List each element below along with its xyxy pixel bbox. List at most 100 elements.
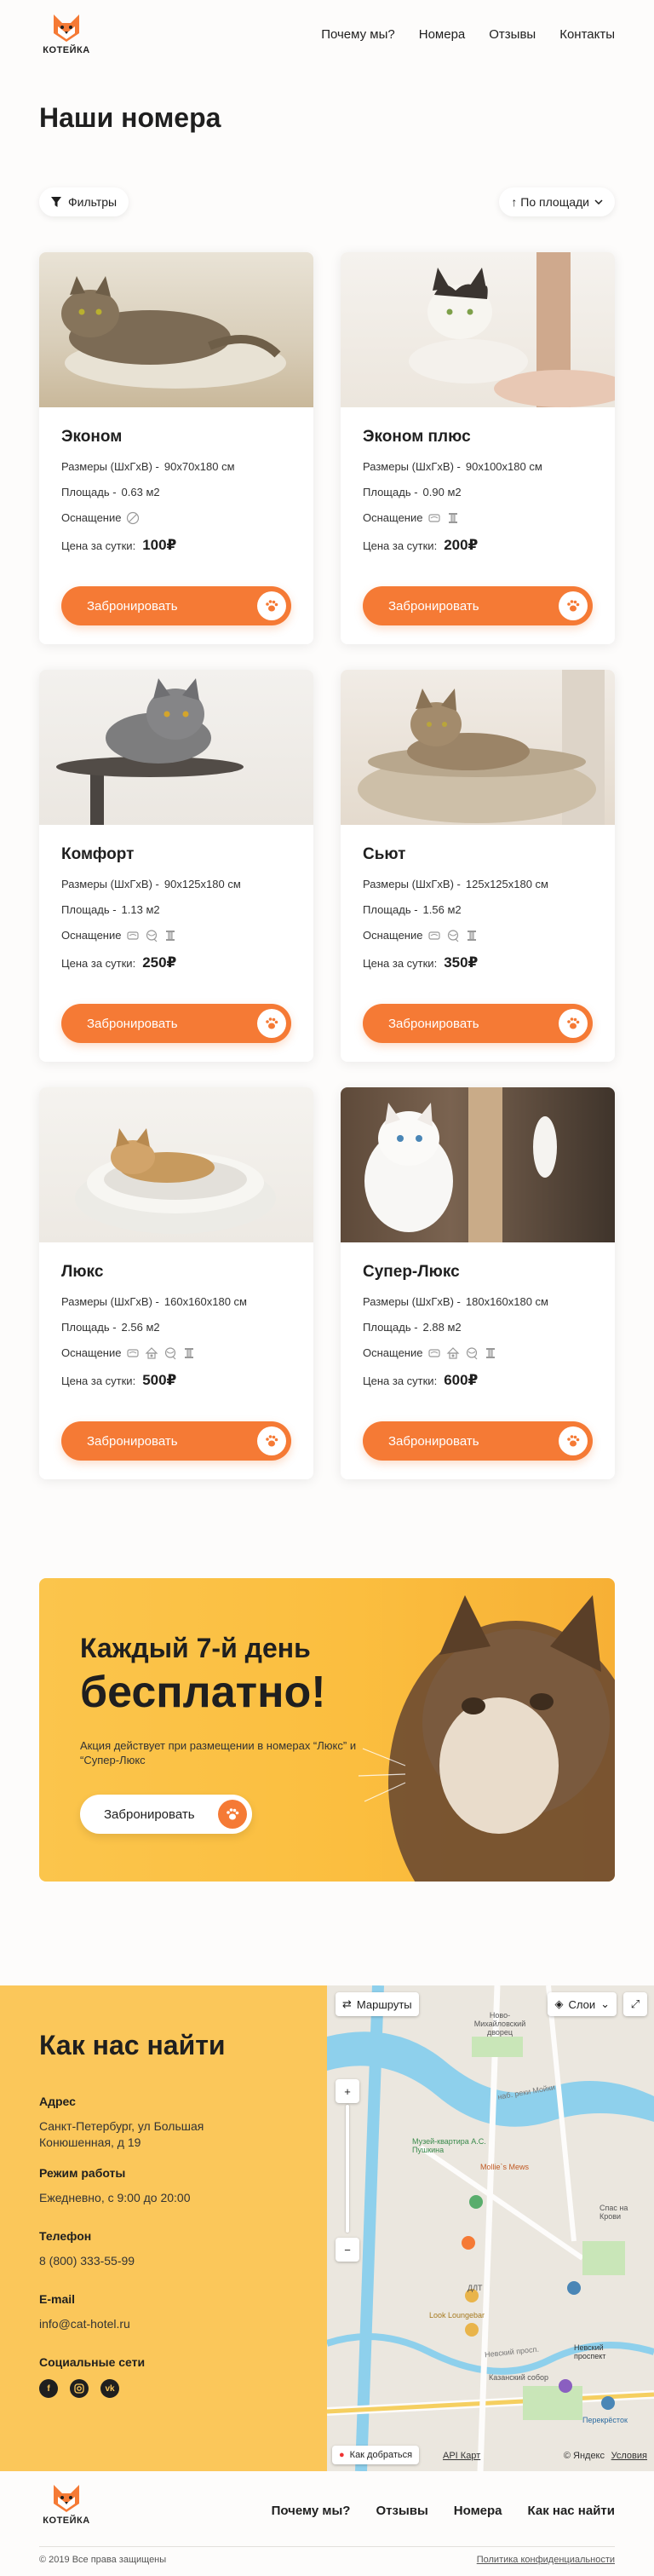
map-label: Ново-Михайловский дворец [473, 2011, 526, 2037]
room-card: Эконом плюс Размеры (ШхГхВ) - 90x100x180… [341, 252, 615, 644]
room-sizes: Размеры (ШхГхВ) - 90x100x180 см [363, 460, 593, 474]
paw-icon [257, 591, 286, 620]
book-button[interactable]: Забронировать [363, 586, 593, 625]
book-button[interactable]: Забронировать [363, 1421, 593, 1461]
nav-item-rooms[interactable]: Номера [419, 27, 466, 42]
logo[interactable]: КОТЕЙКА [39, 13, 94, 55]
terms-link[interactable]: Условия [611, 2451, 647, 2461]
price-value: 600₽ [444, 1372, 479, 1388]
sizes-value: 160x160x180 см [164, 1295, 247, 1308]
room-area: Площадь - 2.56 м2 [61, 1321, 291, 1334]
scratcher-icon [166, 931, 175, 941]
brand-name: КОТЕЙКА [43, 2515, 90, 2526]
phone-block: Телефон 8 (800) 333-55-99 [39, 2229, 135, 2269]
header: КОТЕЙКА Почему мы? Номера Отзывы Контакт… [0, 0, 654, 68]
book-label: Забронировать [87, 598, 178, 614]
book-label: Забронировать [87, 1433, 178, 1449]
area-value: 2.56 м2 [121, 1321, 160, 1334]
toy-ball-icon [165, 1347, 176, 1360]
book-button[interactable]: Забронировать [61, 1004, 291, 1043]
directions-button[interactable]: ● Как добраться [332, 2446, 420, 2464]
area-label: Площадь - [363, 486, 418, 498]
room-name: Сьют [363, 845, 406, 863]
hours-value: Ежедневно, с 9:00 до 20:00 [39, 2191, 191, 2204]
address-value: Санкт-Петербург, ул Большая Конюшенная, … [39, 2119, 204, 2149]
api-link[interactable]: API Карт [443, 2451, 480, 2461]
nav-item-contacts[interactable]: Контакты [559, 27, 615, 42]
toy-ball-icon [146, 930, 158, 942]
scratcher-icon [185, 1348, 194, 1358]
scratcher-icon [449, 513, 458, 523]
email-value[interactable]: info@cat-hotel.ru [39, 2316, 130, 2332]
amenities [126, 511, 140, 525]
chevron-down-icon: ⌄ [600, 1997, 610, 2010]
room-name: Комфорт [61, 845, 135, 863]
area-label: Площадь - [363, 903, 418, 916]
promo-heading-line2: бесплатно! [80, 1668, 326, 1717]
book-button[interactable]: Забронировать [61, 1421, 291, 1461]
promo-banner: Каждый 7-й день бесплатно! Акция действу… [39, 1578, 615, 1882]
room-area: Площадь - 0.90 м2 [363, 486, 593, 499]
amenities [126, 929, 177, 942]
sizes-value: 90x100x180 см [465, 460, 542, 473]
room-card: Сьют Размеры (ШхГхВ) - 125x125x180 см Пл… [341, 670, 615, 1062]
scratcher-icon [468, 931, 477, 941]
nav-item-why[interactable]: Почему мы? [321, 27, 395, 42]
footer-nav-why[interactable]: Почему мы? [272, 2504, 351, 2518]
room-area: Площадь - 0.63 м2 [61, 486, 291, 499]
map[interactable]: ⇄ Маршруты ◈ Слои ⌄ ⤢ + − Ново-Михайловс… [327, 1985, 654, 2471]
hours-block: Режим работы Ежедневно, с 9:00 до 20:00 [39, 2166, 191, 2206]
sizes-label: Размеры (ШхГхВ) - [363, 1295, 461, 1308]
layers-button[interactable]: ◈ Слои ⌄ [548, 1992, 617, 2016]
directions-label: Как добраться [349, 2450, 413, 2460]
equipment-label: Оснащение [363, 1346, 423, 1359]
footer-nav-find-us[interactable]: Как нас найти [528, 2504, 615, 2518]
sizes-label: Размеры (ШхГхВ) - [363, 878, 461, 890]
book-button[interactable]: Забронировать [363, 1004, 593, 1043]
email-label: E-mail [39, 2292, 76, 2306]
sort-dropdown[interactable]: ↑ По площади [499, 187, 615, 216]
room-equipment: Оснащение [363, 929, 593, 942]
instagram-icon[interactable] [70, 2379, 89, 2398]
room-name: Люкс [61, 1263, 104, 1281]
area-value: 1.13 м2 [121, 903, 160, 916]
zoom-in-button[interactable]: + [336, 2079, 359, 2103]
plus-icon: + [344, 2084, 351, 2098]
zoom-out-button[interactable]: − [336, 2238, 359, 2262]
footer-nav-reviews[interactable]: Отзывы [376, 2504, 427, 2518]
room-photo [39, 670, 313, 825]
sizes-label: Размеры (ШхГхВ) - [61, 878, 159, 890]
footer-logo[interactable]: КОТЕЙКА [39, 2483, 94, 2526]
area-value: 0.90 м2 [422, 486, 462, 498]
cat-logo-icon [50, 2483, 83, 2514]
facebook-icon[interactable]: f [39, 2379, 58, 2398]
room-card: Комфорт Размеры (ШхГхВ) - 90x125x180 см … [39, 670, 313, 1062]
fullscreen-button[interactable]: ⤢ [623, 1992, 647, 2016]
zoom-slider[interactable] [346, 2105, 349, 2233]
footer-nav-rooms[interactable]: Номера [454, 2504, 502, 2518]
area-label: Площадь - [61, 1321, 117, 1334]
vk-icon[interactable]: vk [100, 2379, 119, 2398]
privacy-link[interactable]: Политика конфиденциальности [477, 2555, 615, 2565]
phone-value[interactable]: 8 (800) 333-55-99 [39, 2253, 135, 2269]
house-icon [146, 1347, 158, 1359]
expand-icon: ⤢ [630, 1997, 640, 2010]
filter-icon [51, 197, 61, 207]
room-card: Люкс Размеры (ШхГхВ) - 160x160x180 см Пл… [39, 1087, 313, 1479]
room-area: Площадь - 2.88 м2 [363, 1321, 593, 1334]
contacts-title: Как нас найти [39, 2030, 226, 2060]
filter-button[interactable]: Фильтры [39, 187, 129, 216]
paw-icon [218, 1800, 247, 1829]
room-name: Супер-Люкс [363, 1263, 460, 1281]
room-price: Цена за сутки: 100₽ [61, 537, 291, 554]
sort-label: ↑ По площади [511, 195, 589, 209]
price-value: 350₽ [444, 954, 479, 971]
area-value: 2.88 м2 [422, 1321, 462, 1334]
book-button[interactable]: Забронировать [61, 586, 291, 625]
promo-book-button[interactable]: Забронировать [80, 1795, 252, 1834]
price-label: Цена за сутки: [363, 1374, 438, 1387]
nav-item-reviews[interactable]: Отзывы [489, 27, 536, 42]
routes-button[interactable]: ⇄ Маршруты [336, 1992, 419, 2016]
amenities [427, 929, 479, 942]
copyright: © 2019 Все права защищены [39, 2555, 167, 2565]
